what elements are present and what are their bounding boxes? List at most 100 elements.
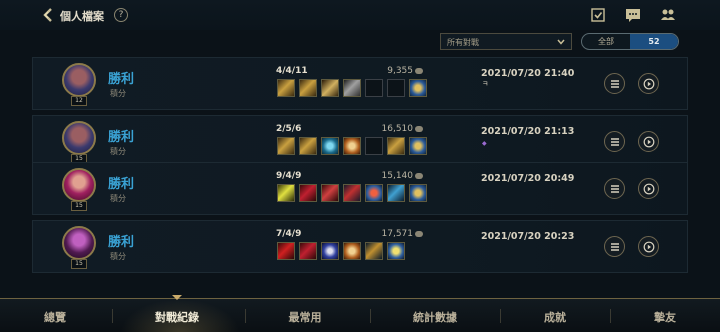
match-row[interactable]: 15 勝利 積分 7/4/9 17,571 2021/07/20 20:23 [32,220,688,273]
champion-level: 12 [71,96,87,106]
list-details-button[interactable] [604,236,625,257]
match-date: 2021/07/20 21:40 [481,68,575,79]
item-icon [387,242,405,260]
replay-icon [643,241,655,253]
gold-earned: 17,571 [363,229,423,239]
tab-achievements[interactable]: 成就 [520,309,590,325]
champion-avatar [62,168,96,202]
top-bar: 個人檔案 ? [0,0,720,30]
item-icon [365,242,383,260]
tab-overview[interactable]: 總覽 [20,309,90,325]
item-icon [343,184,361,202]
empty-item-slot [387,79,405,97]
tab-divider [610,309,611,323]
empty-item-slot [365,79,383,97]
list-icon [611,138,619,146]
item-icon [321,242,339,260]
match-date: 2021/07/20 20:23 [481,231,575,242]
match-row[interactable]: 15 勝利 積分 2/5/6 16,510 2021/07/20 21:13 ◆ [32,115,688,168]
gold-icon [415,67,423,74]
trinket-icon [409,184,427,202]
list-icon [611,243,619,251]
tab-statistics[interactable]: 統計數據 [395,309,475,325]
champion-avatar [62,63,96,97]
champion-level: 15 [71,201,87,211]
list-details-button[interactable] [604,131,625,152]
item-icon [299,242,317,260]
tab-divider [245,309,246,323]
item-icon [343,137,361,155]
item-icon [321,184,339,202]
replay-button[interactable] [638,131,659,152]
tab-best-friends[interactable]: 摯友 [630,309,700,325]
champion-level: 15 [71,259,87,269]
list-details-button[interactable] [604,178,625,199]
replay-icon [643,78,655,90]
checklist-icon[interactable] [590,8,606,22]
item-icon [343,79,361,97]
page-title: 個人檔案 [60,10,104,23]
back-chevron-icon[interactable] [40,7,56,23]
item-icon [277,242,295,260]
season-toggle: 全部 52 [581,33,679,50]
gold-earned: 16,510 [363,124,423,134]
friends-icon[interactable] [660,8,676,22]
tab-divider [370,309,371,323]
replay-button[interactable] [638,73,659,94]
champion-avatar [62,226,96,260]
chevron-down-icon [557,39,565,45]
trinket-icon [409,137,427,155]
item-icon [387,137,405,155]
toggle-52[interactable]: 52 [630,34,678,49]
item-icon [321,137,339,155]
trinket-icon [409,79,427,97]
chat-icon[interactable] [625,8,641,22]
medal-icon: ㅋ [482,80,489,88]
gold-icon [415,172,423,179]
gold-earned: 15,140 [363,171,423,181]
match-filter-dropdown[interactable]: 所有對戰 [440,33,572,50]
list-details-button[interactable] [604,73,625,94]
replay-icon [643,183,655,195]
match-row[interactable]: 15 勝利 積分 9/4/9 15,140 2021/07/20 20:49 [32,162,688,215]
gold-icon [415,125,423,132]
list-icon [611,80,619,88]
champion-avatar [62,121,96,155]
kda: 4/4/11 [276,66,308,76]
match-result: 勝利 [108,235,135,250]
match-date: 2021/07/20 20:49 [481,173,575,184]
kda: 9/4/9 [276,171,302,181]
item-icon [299,137,317,155]
kda: 7/4/9 [276,229,302,239]
item-icon [277,137,295,155]
item-icon [387,184,405,202]
bottom-nav: 總覽 對戰紀錄 最常用 統計數據 成就 摯友 [0,295,720,332]
tab-match-history[interactable]: 對戰紀錄 [135,309,219,325]
item-icon [365,184,383,202]
toggle-all[interactable]: 全部 [582,34,630,49]
match-row[interactable]: 12 勝利 積分 4/4/11 9,355 2021/07/20 21:40 ㅋ [32,57,688,110]
match-mode: 積分 [110,147,126,156]
active-tab-marker-icon [172,295,182,300]
match-date: 2021/07/20 21:13 [481,126,575,137]
help-icon[interactable]: ? [114,8,128,22]
match-filter-value: 所有對戰 [447,38,479,47]
list-icon [611,185,619,193]
match-result: 勝利 [108,177,135,192]
tab-most-played[interactable]: 最常用 [270,309,340,325]
item-icon [299,79,317,97]
gold-icon [415,230,423,237]
match-mode: 積分 [110,194,126,203]
item-icon [343,242,361,260]
item-icon [299,184,317,202]
match-result: 勝利 [108,72,135,87]
replay-button[interactable] [638,236,659,257]
tab-divider [112,309,113,323]
item-icon [321,79,339,97]
medal-icon: ◆ [482,140,487,147]
match-mode: 積分 [110,89,126,98]
match-mode: 積分 [110,252,126,261]
replay-button[interactable] [638,178,659,199]
gold-earned: 9,355 [363,66,423,76]
replay-icon [643,136,655,148]
